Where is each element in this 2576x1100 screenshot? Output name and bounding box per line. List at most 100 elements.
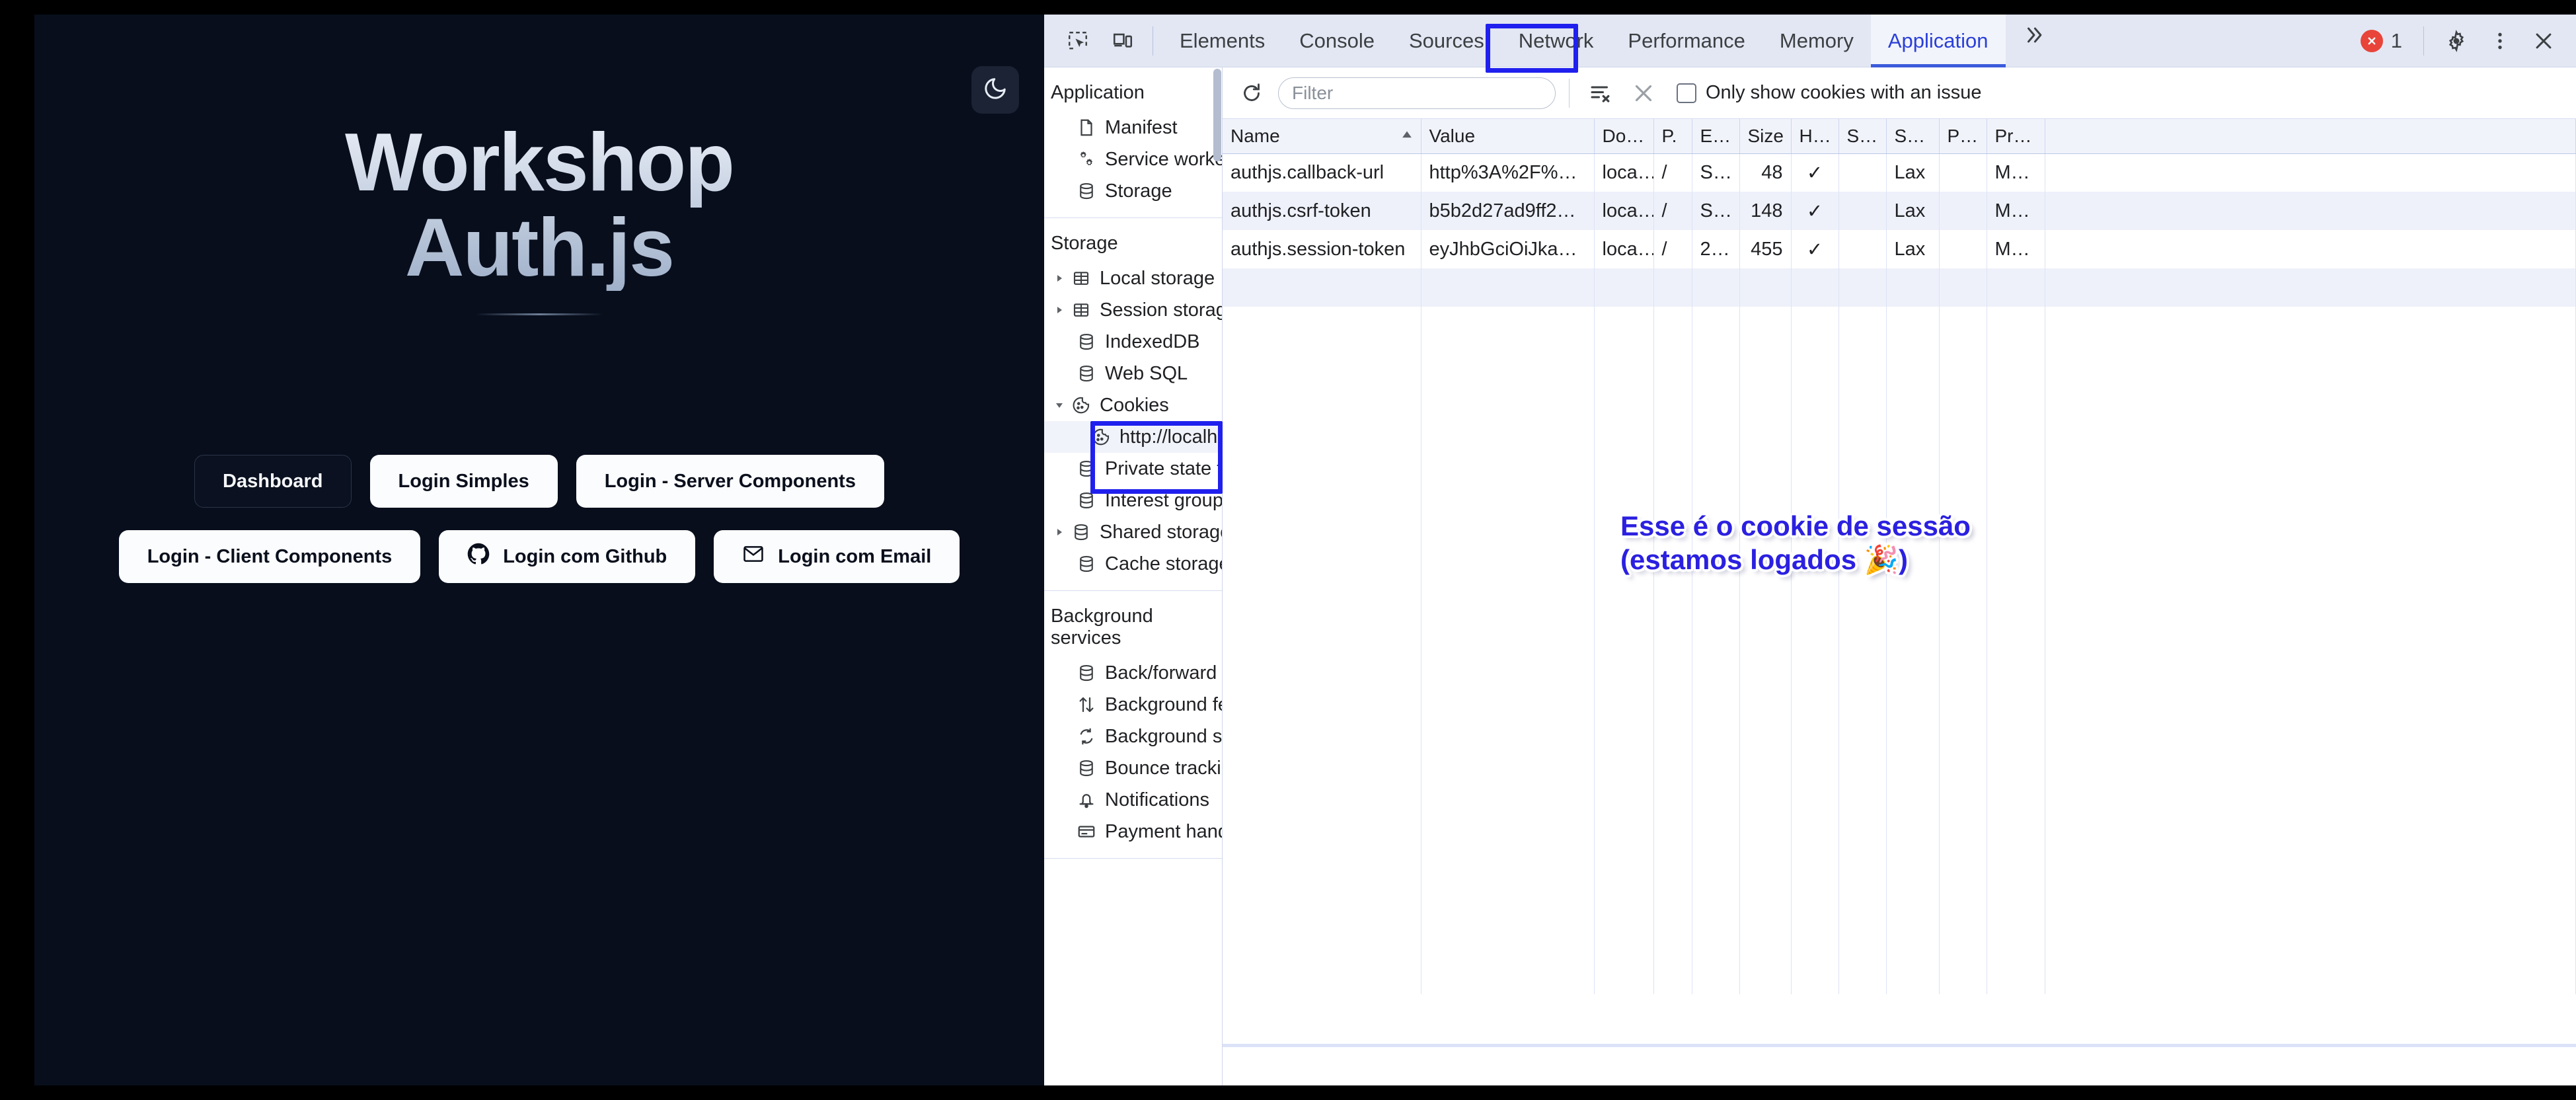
login-client-components-button[interactable]: Login - Client Components <box>118 530 421 583</box>
theme-toggle-button[interactable] <box>971 66 1019 114</box>
refresh-icon[interactable] <box>1234 76 1269 110</box>
cookie-icon <box>1088 427 1114 447</box>
column-header-samesite[interactable]: S… <box>1886 119 1940 154</box>
sidebar-item-cookies[interactable]: Cookies <box>1044 389 1222 421</box>
cookies-panel: Only show cookies with an issue <box>1223 67 2576 1085</box>
sidebar-item-background-fetch[interactable]: Background fetch <box>1044 689 1222 721</box>
cell-expires: S… <box>1692 192 1740 230</box>
sidebar-item-label: Service workers <box>1105 148 1222 170</box>
chevron-right-icon[interactable] <box>1051 305 1068 315</box>
close-icon[interactable] <box>2523 20 2564 61</box>
dashboard-button[interactable]: Dashboard <box>194 455 352 508</box>
database-icon <box>1073 364 1100 383</box>
sidebar-item-shared-storage[interactable]: Shared storage <box>1044 516 1222 548</box>
column-header-priority[interactable]: Pr… <box>1987 119 2045 154</box>
column-header-path[interactable]: P. <box>1653 119 1692 154</box>
cell-expires: S… <box>1692 153 1740 192</box>
gear-icon[interactable] <box>2436 20 2477 61</box>
sidebar-item-payment-handler[interactable]: Payment handler <box>1044 816 1222 847</box>
cell-partition-key <box>1939 230 1987 268</box>
sidebar-item-bounce-tracking-mitigations[interactable]: Bounce tracking mitig <box>1044 752 1222 784</box>
tab-console[interactable]: Console <box>1282 15 1392 67</box>
table-row-empty <box>1223 268 2576 307</box>
cell-path: / <box>1653 153 1692 192</box>
sidebar-item-label: http://localhost:3000 <box>1119 426 1222 448</box>
column-header-partition-key[interactable]: P… <box>1939 119 1987 154</box>
sidebar-item-cookies-localhost[interactable]: http://localhost:3000 <box>1044 421 1222 453</box>
column-label: Size <box>1747 125 1784 146</box>
sidebar-item-manifest[interactable]: Manifest <box>1044 112 1222 143</box>
cell-samesite: Lax <box>1886 230 1940 268</box>
cookie-icon <box>1068 395 1094 415</box>
chevron-down-icon[interactable] <box>1051 400 1068 411</box>
table-row[interactable]: authjs.session-token eyJhbGciOiJka… loca… <box>1223 230 2576 268</box>
chevron-right-icon[interactable] <box>1051 527 1068 537</box>
sidebar-item-local-storage[interactable]: Local storage <box>1044 262 1222 294</box>
only-issues-checkbox[interactable]: Only show cookies with an issue <box>1677 82 1981 104</box>
cell-partition-key <box>1939 153 1987 192</box>
devtools-body: Application Manifest Service work Storag… <box>1044 67 2576 1085</box>
sidebar-item-web-sql[interactable]: Web SQL <box>1044 358 1222 389</box>
sidebar-item-private-state-tokens[interactable]: Private state tokens <box>1044 453 1222 485</box>
table-row[interactable]: authjs.csrf-token b5b2d27ad9ff2… loca… /… <box>1223 192 2576 230</box>
tab-sources[interactable]: Sources <box>1392 15 1501 67</box>
cell-httponly: ✓ <box>1791 153 1839 192</box>
cell-spacer <box>2045 230 2576 268</box>
kebab-menu-icon[interactable] <box>2480 20 2520 61</box>
sidebar-section-background-services: Background services Back/forward cache <box>1044 591 1222 859</box>
inspect-element-icon[interactable] <box>1057 20 1098 61</box>
column-header-secure[interactable]: S… <box>1838 119 1887 154</box>
sidebar-item-interest-groups[interactable]: Interest groups <box>1044 485 1222 516</box>
login-email-button[interactable]: Login com Email <box>714 530 960 583</box>
device-toolbar-icon[interactable] <box>1102 20 1143 61</box>
clear-all-cookies-icon[interactable] <box>1626 76 1661 110</box>
error-count-badge[interactable]: 1 <box>2351 29 2411 53</box>
sidebar-item-background-sync[interactable]: Background sync <box>1044 721 1222 752</box>
column-header-name[interactable]: Name <box>1223 119 1421 154</box>
tab-application[interactable]: Application <box>1870 15 2006 67</box>
cell-httponly: ✓ <box>1791 192 1839 230</box>
sidebar-item-notifications[interactable]: Notifications <box>1044 784 1222 816</box>
sidebar-item-label: Cache storage <box>1105 553 1223 574</box>
tab-performance[interactable]: Performance <box>1610 15 1762 67</box>
login-simples-button[interactable]: Login Simples <box>369 455 558 508</box>
arrows-updown-icon <box>1073 695 1100 715</box>
tab-memory[interactable]: Memory <box>1762 15 1871 67</box>
clear-filter-icon[interactable] <box>1583 76 1617 110</box>
chevron-right-icon[interactable] <box>1051 273 1068 284</box>
sidebar-item-storage[interactable]: Storage <box>1044 175 1222 207</box>
sidebar-item-label: Shared storage <box>1100 521 1223 543</box>
column-header-value[interactable]: Value <box>1421 119 1595 154</box>
sidebar-item-back-forward-cache[interactable]: Back/forward cache <box>1044 657 1222 689</box>
table-row[interactable]: authjs.callback-url http%3A%2F%… loca… /… <box>1223 153 2576 192</box>
cell-size: 455 <box>1739 230 1792 268</box>
sidebar-item-service-workers[interactable]: Service workers <box>1044 143 1222 175</box>
sidebar-item-label: Local storage <box>1100 267 1215 289</box>
login-github-button[interactable]: Login com Github <box>439 530 696 583</box>
column-header-size[interactable]: Size <box>1739 119 1792 154</box>
button-label: Login com Github <box>503 545 667 567</box>
sidebar-scrollbar[interactable] <box>1213 69 1221 161</box>
database-icon <box>1073 181 1100 201</box>
column-header-expires[interactable]: E… <box>1692 119 1740 154</box>
sidebar-item-label: Web SQL <box>1105 362 1188 384</box>
tab-network[interactable]: Network <box>1501 15 1611 67</box>
button-label: Login - Server Components <box>604 470 856 492</box>
sidebar-item-label: Private state tokens <box>1105 457 1223 479</box>
button-label: Login com Email <box>778 545 932 567</box>
sidebar-item-session-storage[interactable]: Session storage <box>1044 294 1222 326</box>
column-header-domain[interactable]: Do… <box>1594 119 1654 154</box>
column-header-httponly[interactable]: H… <box>1791 119 1839 154</box>
chevron-double-right-icon[interactable] <box>2014 15 2055 56</box>
tab-elements[interactable]: Elements <box>1162 15 1282 67</box>
auth-button-row-1: Dashboard Login Simples Login - Server C… <box>34 455 1044 508</box>
filter-input[interactable] <box>1278 77 1556 109</box>
sidebar-item-cache-storage[interactable]: Cache storage <box>1044 548 1222 580</box>
checkbox-box[interactable] <box>1677 83 1696 103</box>
login-server-components-button[interactable]: Login - Server Components <box>576 455 884 508</box>
sidebar-item-indexeddb[interactable]: IndexedDB <box>1044 326 1222 358</box>
cell-httponly: ✓ <box>1791 230 1839 268</box>
tab-label: Memory <box>1779 28 1854 52</box>
table-icon <box>1068 300 1094 320</box>
sidebar-section-application: Application Manifest Service work Storag… <box>1044 67 1222 218</box>
